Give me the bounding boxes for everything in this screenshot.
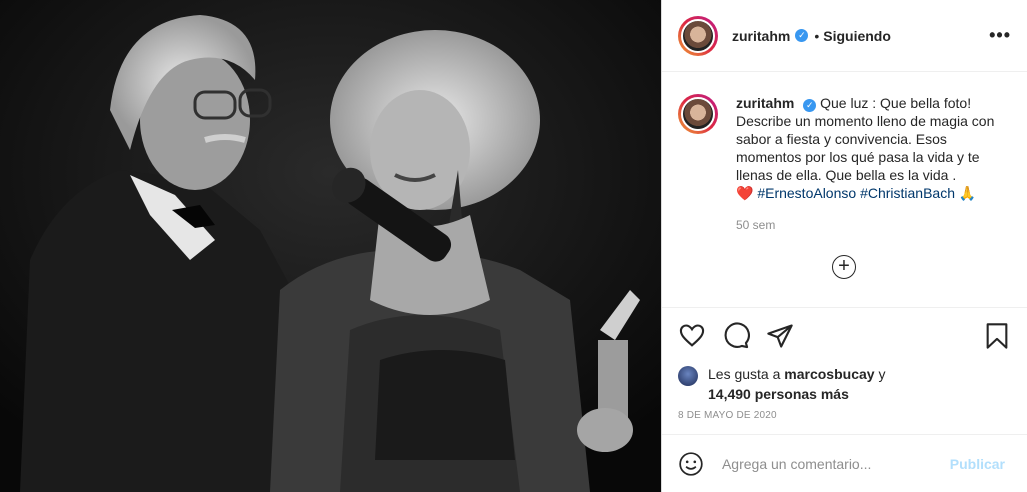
likes-prefix: Les gusta a [708,366,781,382]
comments-section: zuritahm ✓ Que luz : Que bella foto! Des… [662,72,1027,308]
likes-conjunction: y [878,366,886,382]
verified-badge-icon: ✓ [795,29,809,42]
avatar[interactable] [678,15,718,56]
heart-icon[interactable] [678,322,706,350]
hashtag-link[interactable]: #ErnestoAlonso [757,185,856,201]
caption: zuritahm ✓ Que luz : Que bella foto! Des… [662,72,1027,234]
publish-button[interactable]: Publicar [944,455,1011,473]
comment-icon[interactable] [722,322,750,350]
likes-text: Les gusta a marcosbucay y 14,490 persona… [708,364,885,404]
avatar-image [681,97,715,131]
comment-input[interactable] [719,454,944,473]
verified-badge-icon: ✓ [803,99,817,112]
hashtag-link[interactable]: #ChristianBach [860,185,955,201]
bookmark-icon[interactable] [983,322,1011,350]
post-photo[interactable] [0,0,661,492]
following-button[interactable]: Siguiendo [823,28,891,44]
instagram-post: zuritahm ✓ • Siguiendo ••• zuritahm ✓ Qu… [0,0,1027,492]
pray-emoji-icon: 🙏 [958,185,977,201]
header-username[interactable]: zuritahm [732,28,790,44]
avatar-image [681,18,715,53]
post-header: zuritahm ✓ • Siguiendo ••• [662,0,1027,72]
caption-body: zuritahm ✓ Que luz : Que bella foto! Des… [736,94,1011,234]
smiley-icon[interactable] [678,451,704,477]
caption-avatar[interactable] [678,94,718,134]
liker-username[interactable]: marcosbucay [784,366,874,382]
likes-summary: Les gusta a marcosbucay y 14,490 persona… [662,364,1027,404]
caption-time[interactable]: 50 sem [736,216,1011,234]
post-sidebar: zuritahm ✓ • Siguiendo ••• zuritahm ✓ Qu… [661,0,1027,492]
caption-username[interactable]: zuritahm [736,95,794,111]
photo-illustration [0,0,661,492]
likes-count-link[interactable]: 14,490 personas más [708,386,849,402]
share-icon[interactable] [766,322,794,350]
heart-emoji-icon: ❤️ [736,185,754,201]
post-date[interactable]: 8 DE MAYO DE 2020 [662,404,1027,421]
separator-dot: • [814,27,820,44]
liker-avatar[interactable] [678,366,698,386]
comment-form: Publicar [662,434,1027,492]
more-options-icon[interactable]: ••• [989,25,1011,46]
load-more-comments-icon[interactable]: + [832,255,856,279]
action-bar [662,308,1027,364]
